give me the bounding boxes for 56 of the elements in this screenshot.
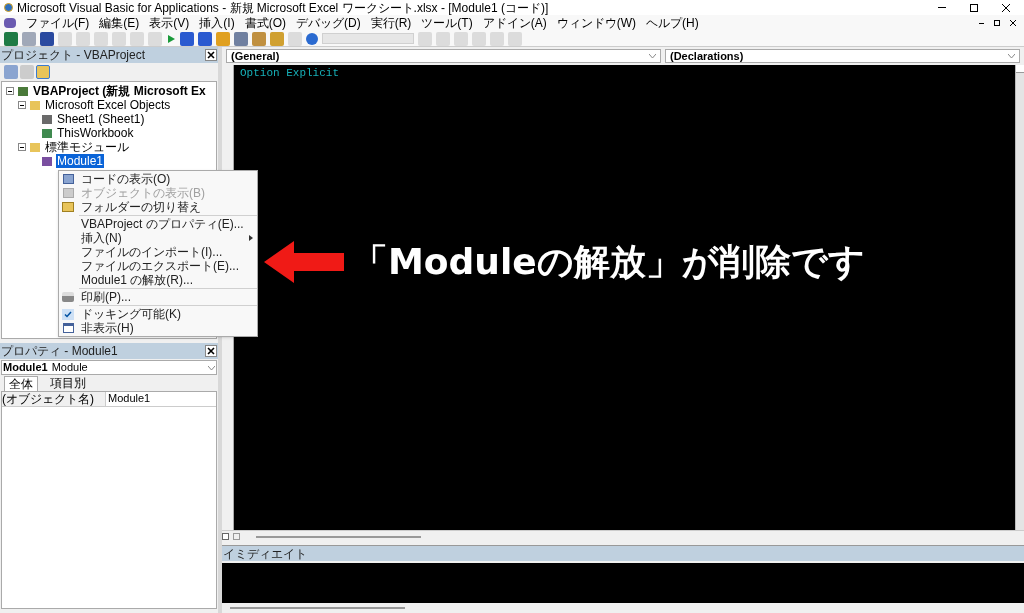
menu-item[interactable]: ウィンドウ(W) bbox=[556, 16, 636, 30]
object-combo[interactable]: (General) bbox=[226, 49, 661, 63]
code-line: Option Explicit bbox=[240, 67, 340, 80]
procedure-view-icon[interactable] bbox=[222, 533, 229, 540]
collapse-icon[interactable] bbox=[18, 101, 26, 109]
menu-item[interactable]: 挿入(I) bbox=[199, 16, 235, 30]
tree-item[interactable]: Sheet1 (Sheet1) bbox=[56, 112, 146, 126]
collapse-icon[interactable] bbox=[6, 87, 14, 95]
horizontal-scrollbar[interactable] bbox=[230, 607, 405, 609]
tree-item[interactable]: ThisWorkbook bbox=[56, 126, 135, 140]
horizontal-scrollbar[interactable] bbox=[256, 535, 421, 538]
vba-icon bbox=[4, 18, 16, 28]
app-icon bbox=[4, 3, 13, 12]
menu-item[interactable]: 書式(O) bbox=[244, 16, 286, 30]
window-title: Microsoft Visual Basic for Applications - 新規 Microsoft Excel ワークシート.xlsx - [Module1 (コード)] bbox=[17, 0, 550, 15]
menu-item[interactable]: 編集(E) bbox=[99, 16, 140, 30]
menu-item[interactable]: ファイル(F) bbox=[26, 16, 90, 30]
menu-item[interactable]: 実行(R) bbox=[370, 16, 412, 30]
tree-item[interactable]: Microsoft Excel Objects bbox=[44, 98, 172, 112]
menu-item[interactable]: ツール(T) bbox=[421, 16, 473, 30]
restore-icon[interactable] bbox=[994, 20, 1000, 26]
close-icon[interactable] bbox=[1010, 20, 1016, 26]
restore-icon[interactable] bbox=[970, 3, 978, 12]
menu-item[interactable]: デバッグ(D) bbox=[296, 16, 361, 30]
minimize-icon[interactable] bbox=[979, 22, 984, 24]
window-icon bbox=[62, 323, 74, 333]
tree-item[interactable]: Module1 bbox=[56, 154, 105, 168]
property-name: (オブジェクト名) bbox=[2, 392, 106, 406]
menu-item[interactable]: ドッキング可能(K) bbox=[59, 307, 257, 321]
tab[interactable]: 全体 bbox=[4, 376, 38, 391]
close-icon[interactable] bbox=[1002, 3, 1010, 12]
close-icon[interactable] bbox=[205, 345, 217, 357]
menu-item[interactable]: 印刷(P)... bbox=[59, 290, 257, 304]
menu-item[interactable]: 表示(V) bbox=[149, 16, 190, 30]
menu-item[interactable]: アドイン(A) bbox=[482, 16, 547, 30]
menu-item[interactable]: フォルダーの切り替え bbox=[59, 200, 257, 214]
run-icon[interactable] bbox=[166, 33, 176, 44]
tree-item[interactable]: 標準モジュール bbox=[44, 140, 130, 154]
pane-title: プロパティ - Module1 bbox=[1, 344, 118, 358]
property-value[interactable]: Module1 bbox=[106, 392, 151, 406]
dropdown-icon[interactable] bbox=[208, 365, 215, 370]
pane-title: プロジェクト - VBAProject bbox=[1, 48, 146, 62]
dropdown-icon[interactable] bbox=[649, 54, 656, 58]
pane-title: イミディエイト bbox=[223, 546, 307, 561]
dropdown-icon[interactable] bbox=[1008, 54, 1015, 58]
submenu-arrow-icon bbox=[249, 235, 253, 241]
tab[interactable]: 項目別 bbox=[46, 376, 90, 391]
procedure-combo[interactable]: (Declarations) bbox=[665, 49, 1020, 63]
tree-item[interactable]: VBAProject (新規 Microsoft Ex bbox=[32, 84, 207, 98]
menu-item[interactable]: ヘルプ(H) bbox=[646, 16, 699, 30]
object-combo[interactable]: Module1 Module bbox=[1, 360, 217, 375]
collapse-icon[interactable] bbox=[18, 143, 26, 151]
close-icon[interactable] bbox=[205, 49, 217, 61]
annotation-text: 「Moduleの解放」が削除です bbox=[352, 241, 865, 283]
vertical-scrollbar[interactable] bbox=[1015, 65, 1024, 530]
module-view-icon[interactable] bbox=[233, 533, 240, 540]
